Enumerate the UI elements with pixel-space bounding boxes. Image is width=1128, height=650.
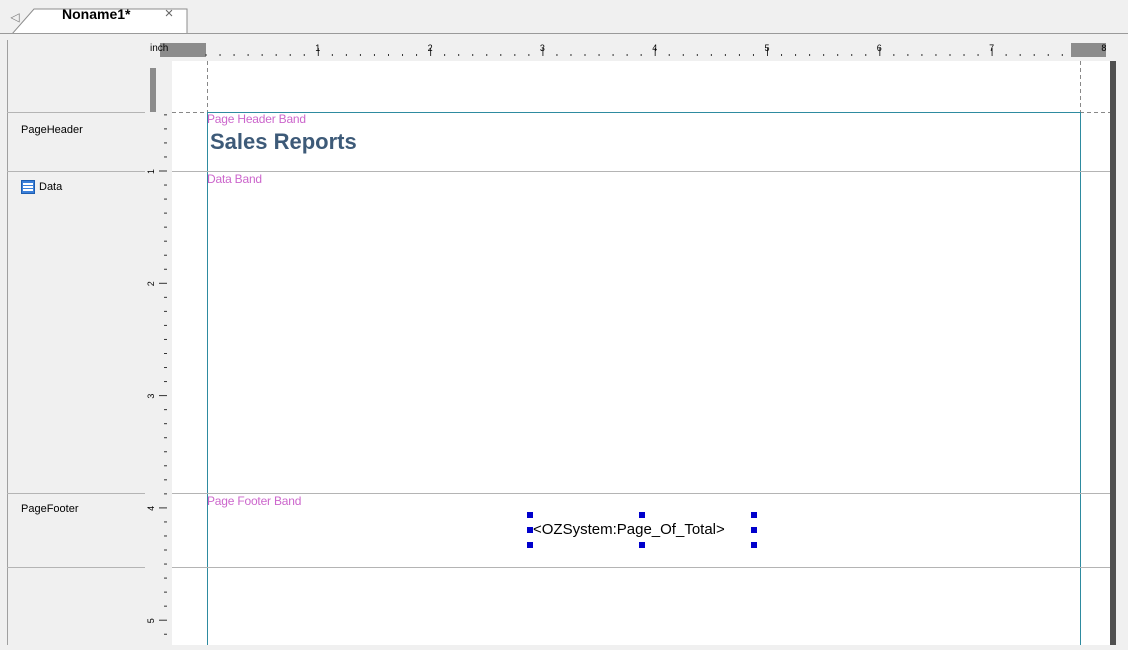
ruler-tick-label: 6 <box>877 43 882 53</box>
page-of-total-field[interactable]: <OZSystem:Page_Of_Total> <box>533 521 725 538</box>
data-band-title: Data Band <box>207 172 262 186</box>
ruler-tick-label: 1 <box>146 169 156 174</box>
vertical-ruler-graphic: 1 2 3 4 5 <box>146 68 167 635</box>
vertical-ruler: 1 2 3 4 5 <box>146 61 172 645</box>
selection-handle[interactable] <box>751 542 757 548</box>
band-separator <box>7 112 145 113</box>
ruler-tick-label: 2 <box>146 281 156 286</box>
tab-bar-divider <box>0 33 1128 34</box>
selection-handle[interactable] <box>527 512 533 518</box>
ruler-margin-top <box>150 68 156 112</box>
selection-handle[interactable] <box>751 512 757 518</box>
band-separator <box>7 171 145 172</box>
ruler-tick-label: 3 <box>146 394 156 399</box>
selection-handle[interactable] <box>639 542 645 548</box>
selection-handle[interactable] <box>751 527 757 533</box>
selection-handle[interactable] <box>527 527 533 533</box>
data-band-icon <box>21 180 35 194</box>
ruler-tick-label: 5 <box>146 618 156 623</box>
ruler-tick-label: 5 <box>765 43 770 53</box>
horizontal-ruler: 1 2 3 4 5 6 7 8 <box>146 40 1112 61</box>
ruler-tick-label: 2 <box>428 43 433 53</box>
page-header-band-title: Page Header Band <box>207 112 306 126</box>
tab-close-icon[interactable]: × <box>162 6 176 21</box>
right-scroll-area <box>1116 40 1128 645</box>
ruler-tick-label: 8 <box>1101 43 1106 53</box>
ruler-unit-label: inch <box>150 43 169 54</box>
selection-handle[interactable] <box>527 542 533 548</box>
band-list-item-pagefooter[interactable]: PageFooter <box>21 503 78 515</box>
page-footer-band-title: Page Footer Band <box>207 494 302 508</box>
band-list-item-data[interactable]: Data <box>39 181 62 193</box>
ruler-tick-label: 3 <box>540 43 545 53</box>
band-separator <box>7 567 145 568</box>
band-list-item-pageheader[interactable]: PageHeader <box>21 124 83 136</box>
sales-reports-label[interactable]: Sales Reports <box>210 129 357 155</box>
ruler-tick-label: 1 <box>315 43 320 53</box>
horizontal-ruler-graphic: 1 2 3 4 5 6 7 8 <box>160 43 1106 57</box>
band-separator <box>7 493 145 494</box>
ruler-tick-label: 7 <box>989 43 994 53</box>
tab-title: Noname1* <box>62 6 131 22</box>
selection-handle[interactable] <box>639 512 645 518</box>
ruler-tick-label: 4 <box>652 43 657 53</box>
ruler-tick-label: 4 <box>146 506 156 511</box>
